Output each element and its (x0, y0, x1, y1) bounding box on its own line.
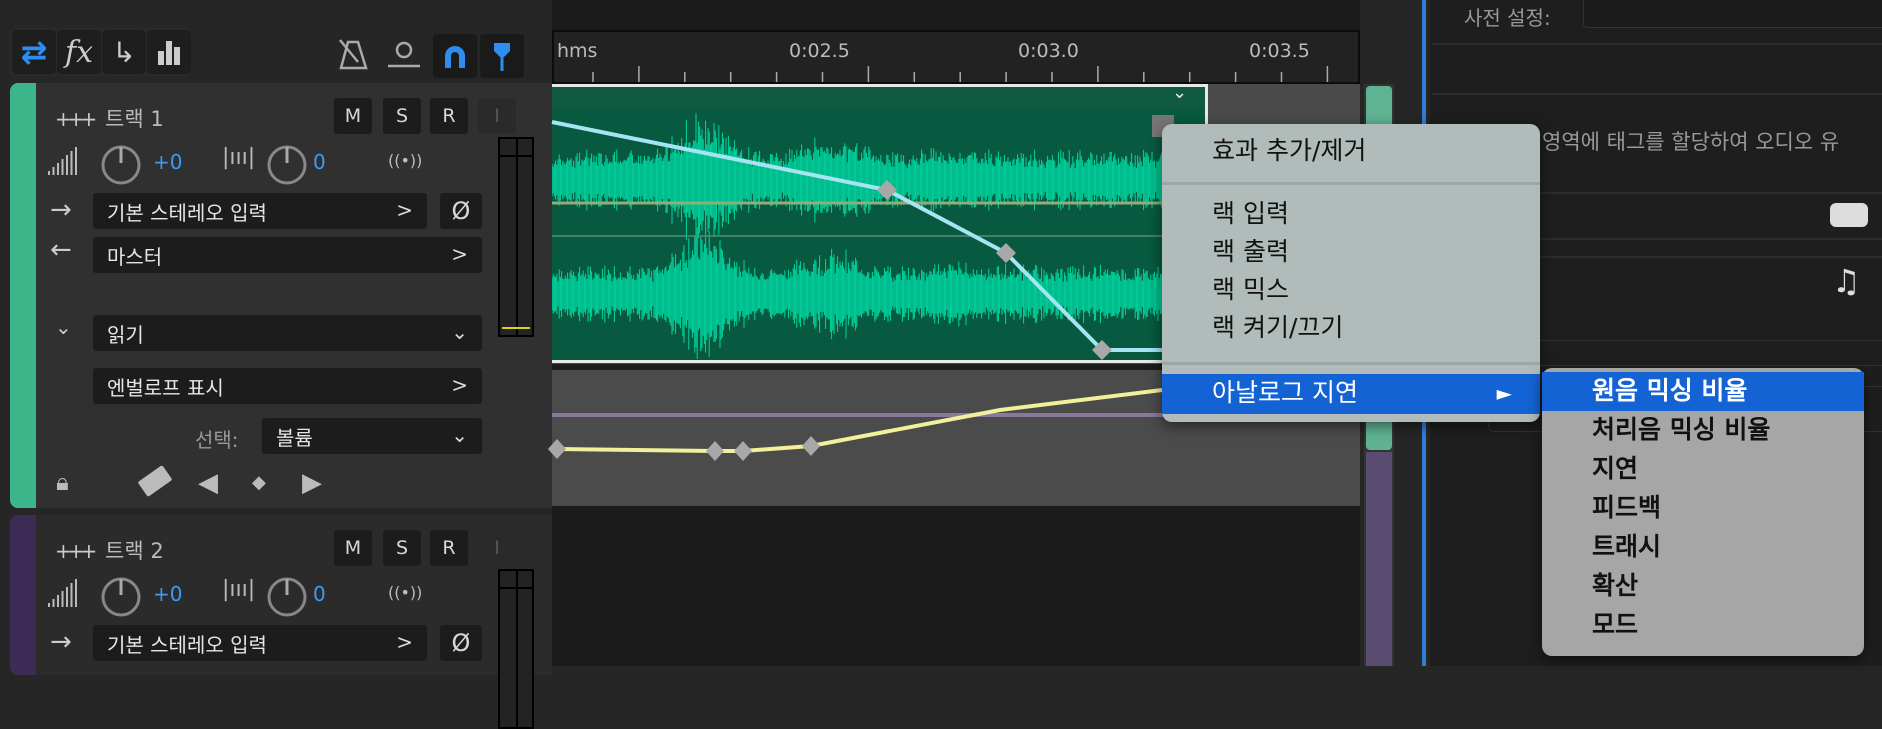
submenu-item[interactable]: 피드백 (1542, 489, 1864, 528)
menu-separator (1162, 182, 1540, 185)
keyframe[interactable] (706, 441, 724, 461)
submenu-arrow-icon: ► (1496, 381, 1512, 405)
submenu-item[interactable]: 모드 (1542, 606, 1864, 645)
submenu-item[interactable]: 처리음 믹싱 비율 (1542, 411, 1864, 450)
music-note-icon[interactable]: ♫ (1832, 262, 1861, 300)
panel-box[interactable] (1488, 340, 1882, 366)
scroll-thumb-track-2[interactable] (1366, 452, 1392, 666)
divider (1432, 93, 1882, 95)
volume-envelope[interactable] (551, 120, 1162, 352)
submenu-item[interactable]: 지연 (1542, 450, 1864, 489)
menu-item-add-remove-effect[interactable]: 효과 추가/제거 (1162, 132, 1540, 170)
keyframe[interactable] (548, 439, 566, 459)
submenu-item[interactable]: 원음 믹싱 비율 (1542, 372, 1864, 411)
divider (1432, 43, 1882, 45)
keyframe[interactable] (877, 180, 897, 200)
menu-item-rack-toggle[interactable]: 랙 켜기/끄기 (1162, 309, 1540, 347)
preset-select[interactable] (1583, 0, 1882, 28)
menu-item-analog-delay[interactable]: 아날로그 지연 ► (1162, 374, 1540, 414)
menu-separator (1162, 362, 1540, 365)
keyframe[interactable] (802, 436, 820, 456)
submenu: 원음 믹싱 비율 처리음 믹싱 비율 지연 피드백 트래시 확산 모드 (1542, 368, 1864, 656)
submenu-item[interactable]: 트래시 (1542, 528, 1864, 567)
menu-item-rack-mix[interactable]: 랙 믹스 (1162, 271, 1540, 309)
menu-item-rack-input[interactable]: 랙 입력 (1162, 195, 1540, 233)
comment-icon[interactable] (1830, 203, 1868, 227)
menu-item-rack-output[interactable]: 랙 출력 (1162, 233, 1540, 271)
context-menu: 효과 추가/제거 랙 입력 랙 출력 랙 믹스 랙 켜기/끄기 아날로그 지연 ► (1162, 124, 1540, 422)
preset-label: 사전 설정: (1464, 6, 1551, 30)
automation-envelope[interactable] (556, 388, 1163, 453)
submenu-item[interactable]: 확산 (1542, 567, 1864, 606)
menu-item-label: 아날로그 지연 (1212, 378, 1358, 407)
hint-text: 영역에 태그를 할당하여 오디오 유 (1542, 130, 1840, 154)
keyframe[interactable] (734, 441, 752, 461)
